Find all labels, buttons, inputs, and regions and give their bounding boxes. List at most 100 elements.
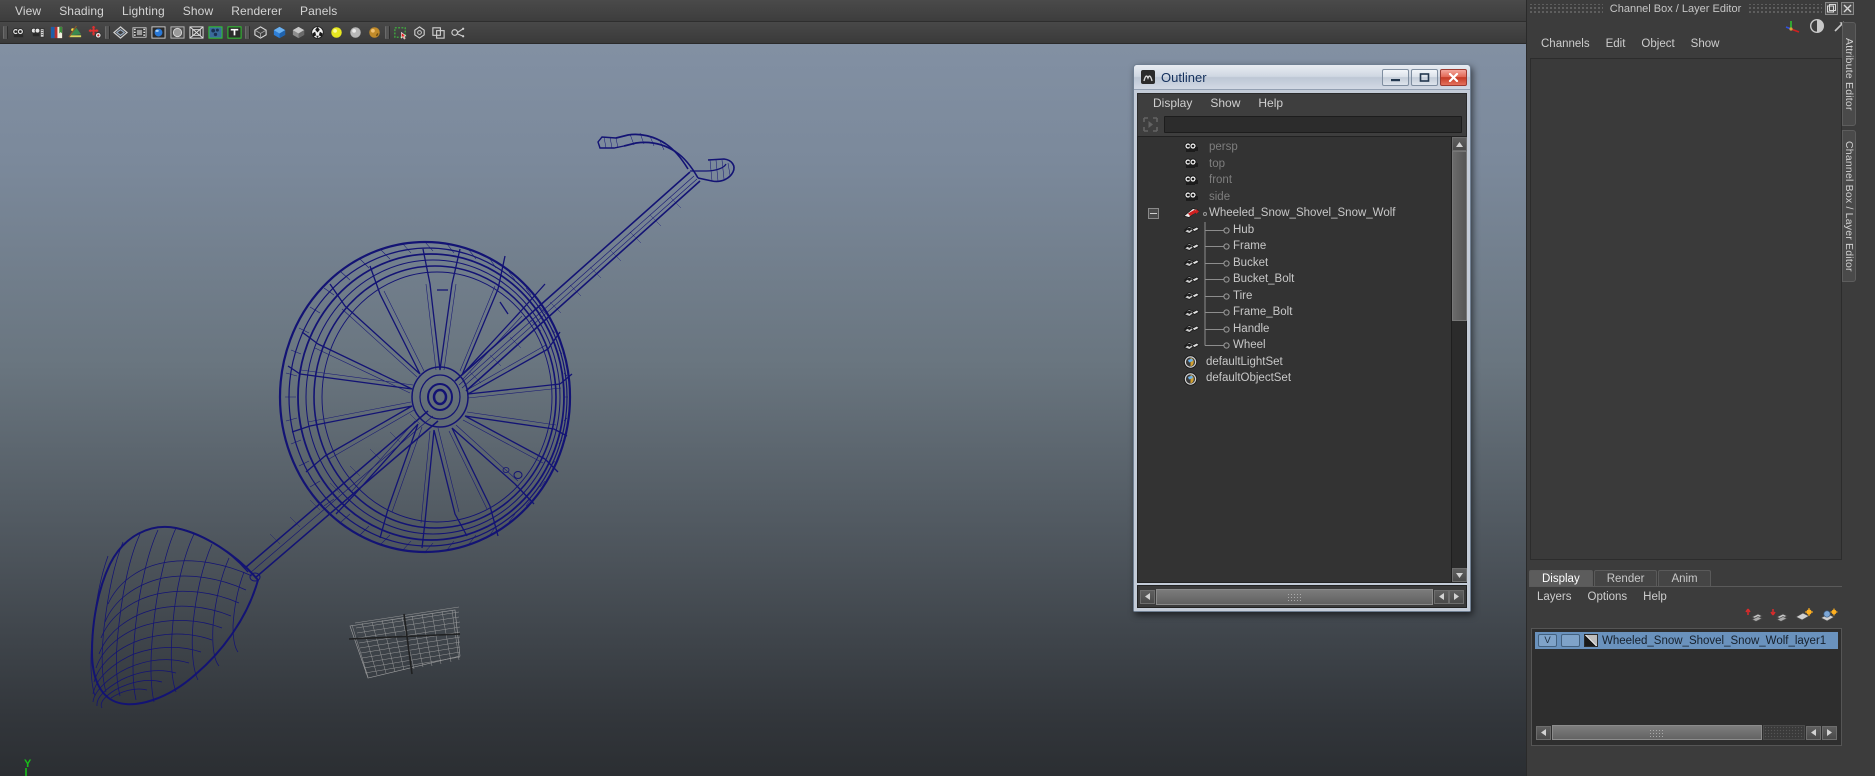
half-circle-icon[interactable] — [1809, 18, 1825, 34]
viewport-menu-panels[interactable]: Panels — [291, 2, 346, 20]
display-layer-row[interactable]: VWheeled_Snow_Shovel_Snow_Wolf_layer1 — [1535, 632, 1838, 649]
grid-icon[interactable] — [111, 24, 129, 42]
outliner-item-Wheeled_Snow_Shovel_Snow_Wolf[interactable]: Wheeled_Snow_Shovel_Snow_Wolf — [1138, 205, 1451, 222]
bookmark-icon[interactable] — [47, 24, 65, 42]
outliner-tree[interactable]: persptopfrontsideWheeled_Snow_Shovel_Sno… — [1138, 137, 1451, 582]
filter-icon[interactable] — [1142, 116, 1159, 133]
use-default-light-icon[interactable] — [327, 24, 345, 42]
scroll-left-button[interactable] — [1140, 590, 1155, 604]
channel-menu-object[interactable]: Object — [1633, 37, 1682, 51]
camera-icon — [1183, 174, 1199, 187]
xray-joints-icon[interactable] — [410, 24, 428, 42]
outliner-item-Wheel[interactable]: Wheel — [1138, 337, 1451, 354]
camera-icon[interactable] — [9, 24, 27, 42]
outliner-menu-show[interactable]: Show — [1201, 95, 1249, 111]
field-chart-icon[interactable] — [187, 24, 205, 42]
smooth-shade-all-icon[interactable] — [270, 24, 288, 42]
layer-visibility-toggle[interactable]: V — [1538, 634, 1557, 647]
xray-icon[interactable] — [391, 24, 409, 42]
tab-render[interactable]: Render — [1594, 570, 1658, 586]
horizontal-scroll-thumb[interactable] — [1156, 589, 1433, 605]
channel-menu-edit[interactable]: Edit — [1598, 37, 1634, 51]
scroll-up-button[interactable] — [1452, 137, 1467, 151]
outliner-search-input[interactable] — [1164, 116, 1462, 133]
layer-menu-layers[interactable]: Layers — [1529, 590, 1580, 604]
outliner-window[interactable]: Outliner DisplayShowHelp — [1133, 64, 1471, 612]
smooth-shade-selected-icon[interactable] — [289, 24, 307, 42]
layer-scroll-step-left-button[interactable] — [1806, 726, 1821, 740]
layer-scroll-track[interactable] — [1763, 725, 1805, 740]
image-plane-icon[interactable] — [66, 24, 84, 42]
vertical-scroll-thumb[interactable] — [1452, 151, 1467, 321]
safe-title-icon[interactable] — [225, 24, 243, 42]
new-layer-from-selected-icon[interactable] — [1820, 607, 1838, 623]
new-layer-icon[interactable] — [1795, 607, 1813, 623]
layer-menu-help[interactable]: Help — [1635, 590, 1675, 604]
axis-manipulator-icon[interactable] — [1785, 18, 1802, 35]
display-layer-list[interactable]: VWheeled_Snow_Shovel_Snow_Wolf_layer1 — [1531, 628, 1842, 746]
outliner-item-front[interactable]: front — [1138, 172, 1451, 189]
wireframe-icon[interactable] — [251, 24, 269, 42]
close-panel-button[interactable] — [1841, 2, 1854, 15]
viewport-menu-renderer[interactable]: Renderer — [222, 2, 291, 20]
outliner-item-Bucket_Bolt[interactable]: Bucket_Bolt — [1138, 271, 1451, 288]
all-lights-icon[interactable] — [346, 24, 364, 42]
outliner-item-Frame[interactable]: Frame — [1138, 238, 1451, 255]
outliner-menu-display[interactable]: Display — [1144, 95, 1201, 111]
viewport-menu-shading[interactable]: Shading — [50, 2, 113, 20]
outliner-item-Tire[interactable]: Tire — [1138, 288, 1451, 305]
outliner-item-defaultLightSet[interactable]: defaultLightSet — [1138, 354, 1451, 371]
outliner-item-Handle[interactable]: Handle — [1138, 321, 1451, 338]
move-camera-icon[interactable] — [85, 24, 103, 42]
layer-shading-swatch[interactable] — [1584, 634, 1598, 647]
hardware-texturing-icon[interactable] — [308, 24, 326, 42]
viewport-menu-lighting[interactable]: Lighting — [113, 2, 174, 20]
scroll-right-step-button[interactable] — [1449, 590, 1464, 604]
scroll-left-step-button[interactable] — [1434, 590, 1449, 604]
layer-list-horizontal-scrollbar[interactable] — [1536, 724, 1837, 741]
gate-mask-icon[interactable] — [168, 24, 186, 42]
layer-scroll-left-button[interactable] — [1536, 726, 1551, 740]
outliner-item-side[interactable]: side — [1138, 189, 1451, 206]
camera-attributes-icon[interactable] — [28, 24, 46, 42]
move-layer-up-icon[interactable] — [1745, 607, 1763, 623]
outliner-item-Hub[interactable]: Hub — [1138, 222, 1451, 239]
layer-scroll-thumb[interactable] — [1552, 725, 1762, 740]
outliner-item-Bucket[interactable]: Bucket — [1138, 255, 1451, 272]
drag-handle-dots-right[interactable] — [1748, 4, 1822, 13]
scroll-down-button[interactable] — [1452, 568, 1467, 582]
paint-select-icon[interactable] — [448, 24, 466, 42]
outliner-horizontal-scrollbar[interactable] — [1137, 585, 1467, 608]
tab-display[interactable]: Display — [1529, 570, 1593, 586]
isolate-select-icon[interactable] — [429, 24, 447, 42]
layer-playback-toggle[interactable] — [1561, 634, 1580, 647]
outliner-item-persp[interactable]: persp — [1138, 139, 1451, 156]
outliner-item-Frame_Bolt[interactable]: Frame_Bolt — [1138, 304, 1451, 321]
drag-handle-dots-left[interactable] — [1529, 4, 1603, 13]
outliner-title-bar[interactable]: Outliner — [1134, 65, 1470, 90]
viewport-menu-view[interactable]: View — [6, 2, 50, 20]
undock-button[interactable] — [1825, 2, 1838, 15]
maximize-button[interactable] — [1411, 69, 1438, 86]
minimize-button[interactable] — [1382, 69, 1409, 86]
outliner-tree-container: persptopfrontsideWheeled_Snow_Shovel_Sno… — [1137, 136, 1467, 583]
channel-menu-channels[interactable]: Channels — [1533, 37, 1598, 51]
tab-anim[interactable]: Anim — [1658, 570, 1710, 586]
resolution-gate-icon[interactable] — [149, 24, 167, 42]
channel-menu-show[interactable]: Show — [1683, 37, 1728, 51]
close-button[interactable] — [1440, 69, 1467, 86]
safe-action-icon[interactable] — [206, 24, 224, 42]
viewport-menu-show[interactable]: Show — [174, 2, 222, 20]
move-layer-down-icon[interactable] — [1770, 607, 1788, 623]
film-gate-icon[interactable] — [130, 24, 148, 42]
expand-collapse-toggle[interactable] — [1148, 208, 1159, 219]
layer-scroll-step-right-button[interactable] — [1822, 726, 1837, 740]
outliner-menu-help[interactable]: Help — [1249, 95, 1292, 111]
outliner-item-top[interactable]: top — [1138, 156, 1451, 173]
outliner-item-defaultObjectSet[interactable]: defaultObjectSet — [1138, 370, 1451, 387]
layer-menu-options[interactable]: Options — [1580, 590, 1636, 604]
vertical-tab-attribute-editor[interactable]: Attribute Editor — [1842, 22, 1856, 126]
vertical-tab-channel-box[interactable]: Channel Box / Layer Editor — [1842, 130, 1856, 282]
outliner-vertical-scrollbar[interactable] — [1451, 137, 1466, 582]
shadows-icon[interactable] — [365, 24, 383, 42]
